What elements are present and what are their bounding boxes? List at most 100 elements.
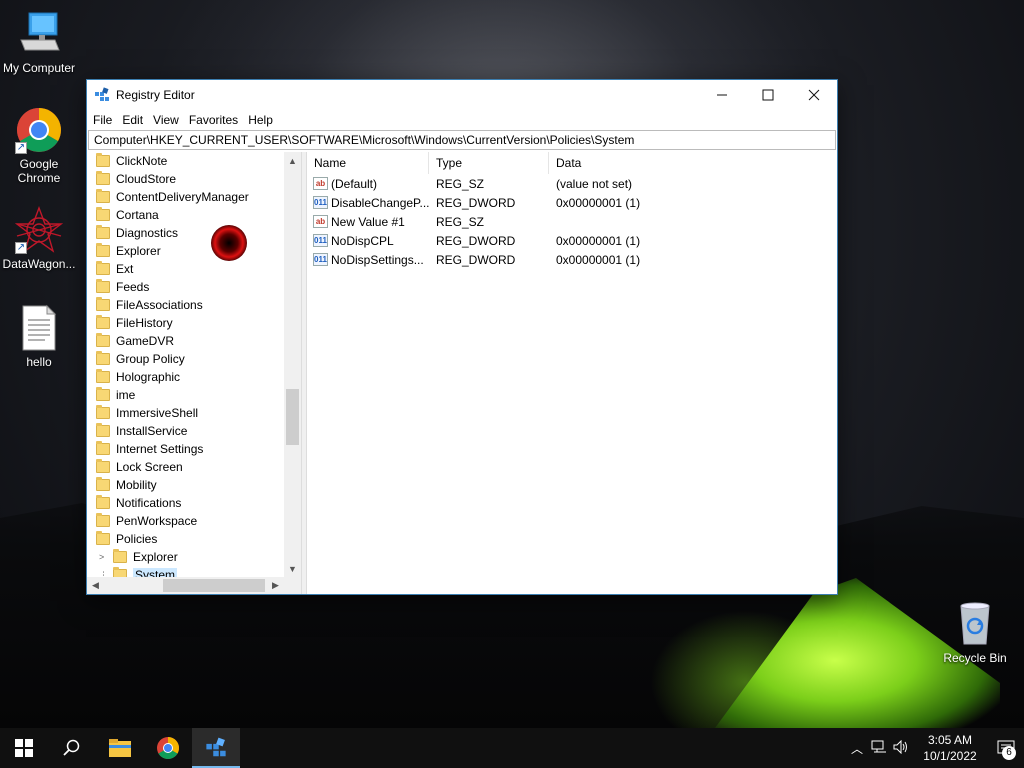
- network-icon[interactable]: [868, 740, 890, 757]
- tree-item-fileassociations[interactable]: FileAssociations: [87, 296, 284, 314]
- tree-item-notifications[interactable]: Notifications: [87, 494, 284, 512]
- taskbar: ︿ 3:05 AM 10/1/2022 6: [0, 728, 1024, 768]
- address-bar[interactable]: Computer\HKEY_CURRENT_USER\SOFTWARE\Micr…: [88, 130, 836, 150]
- desktop-icon-hello[interactable]: hello: [0, 304, 78, 369]
- tree-item-lock-screen[interactable]: Lock Screen: [87, 458, 284, 476]
- tree-item-ime[interactable]: ime: [87, 386, 284, 404]
- tree-vertical-scrollbar[interactable]: ▲ ▼: [284, 152, 301, 577]
- title-bar[interactable]: Registry Editor: [87, 80, 837, 110]
- scroll-up-icon[interactable]: ▲: [284, 152, 301, 169]
- close-button[interactable]: [791, 80, 837, 110]
- tree-item-policies[interactable]: Policies: [87, 530, 284, 548]
- tree-item-contentdeliverymanager[interactable]: ContentDeliveryManager: [87, 188, 284, 206]
- folder-icon: [96, 459, 110, 473]
- desktop-icon-recycle-bin[interactable]: Recycle Bin: [936, 600, 1014, 665]
- datawagon-icon: ↗: [14, 206, 64, 254]
- recycle-bin-icon: [951, 600, 999, 648]
- menu-favorites[interactable]: Favorites: [184, 113, 243, 127]
- scroll-thumb[interactable]: [163, 579, 265, 592]
- tree-item-policies-system[interactable]: ⋮ System: [87, 566, 284, 577]
- folder-icon: [96, 369, 110, 383]
- action-center-button[interactable]: 6: [988, 728, 1024, 768]
- value-row[interactable]: 011 NoDispCPL REG_DWORD 0x00000001 (1): [307, 231, 837, 250]
- taskbar-registry-editor[interactable]: [192, 728, 240, 768]
- dword-value-icon: 011: [313, 253, 328, 266]
- folder-icon: [96, 513, 110, 527]
- folder-icon: [96, 207, 110, 221]
- value-row[interactable]: ab (Default) REG_SZ (value not set): [307, 174, 837, 193]
- registry-editor-window[interactable]: Registry Editor File Edit View Favorites…: [86, 79, 838, 595]
- tree-item-cortana[interactable]: Cortana: [87, 206, 284, 224]
- search-button[interactable]: [48, 728, 96, 768]
- chevron-right-icon[interactable]: >: [99, 552, 109, 562]
- chevron-up-icon[interactable]: ︿: [846, 740, 868, 757]
- tree-item-mobility[interactable]: Mobility: [87, 476, 284, 494]
- folder-icon: [96, 531, 110, 545]
- tree-item-diagnostics[interactable]: Diagnostics: [87, 224, 284, 242]
- menu-file[interactable]: File: [88, 113, 117, 127]
- windows-logo-icon: [15, 739, 33, 757]
- tree-item-immersiveshell[interactable]: ImmersiveShell: [87, 404, 284, 422]
- tree-item-cloudstore[interactable]: CloudStore: [87, 170, 284, 188]
- key-tree: ClickNote CloudStore ContentDeliveryMana…: [87, 152, 284, 577]
- mouse-cursor-icon: [211, 225, 247, 261]
- column-header-data[interactable]: Data: [549, 152, 829, 174]
- tree-item-gamedvr[interactable]: GameDVR: [87, 332, 284, 350]
- tree-item-feeds[interactable]: Feeds: [87, 278, 284, 296]
- tree-item-policies-explorer[interactable]: > Explorer: [87, 548, 284, 566]
- key-tree-pane[interactable]: ClickNote CloudStore ContentDeliveryMana…: [87, 152, 302, 594]
- maximize-icon: [762, 89, 774, 101]
- tree-horizontal-scrollbar[interactable]: ◀ ▶: [87, 577, 284, 594]
- taskbar-file-explorer[interactable]: [96, 728, 144, 768]
- tree-item-filehistory[interactable]: FileHistory: [87, 314, 284, 332]
- volume-icon[interactable]: [890, 739, 912, 757]
- folder-icon: [96, 153, 110, 167]
- tree-item-installservice[interactable]: InstallService: [87, 422, 284, 440]
- folder-icon: [96, 243, 110, 257]
- value-row[interactable]: 011 DisableChangeP... REG_DWORD 0x0000000…: [307, 193, 837, 212]
- folder-icon: [113, 549, 127, 563]
- desktop-icon-google-chrome[interactable]: ↗ Google Chrome: [0, 106, 78, 185]
- registry-editor-icon: [206, 737, 226, 757]
- tree-item-group-policy[interactable]: Group Policy: [87, 350, 284, 368]
- scroll-right-icon[interactable]: ▶: [267, 580, 284, 591]
- folder-icon: [113, 567, 127, 577]
- minimize-icon: [717, 94, 727, 96]
- tree-line: ⋮: [99, 569, 108, 578]
- clock-time: 3:05 AM: [927, 733, 973, 747]
- scroll-left-icon[interactable]: ◀: [87, 580, 104, 591]
- menu-edit[interactable]: Edit: [117, 113, 148, 127]
- maximize-button[interactable]: [745, 80, 791, 110]
- scroll-thumb[interactable]: [286, 389, 299, 445]
- tree-item-holographic[interactable]: Holographic: [87, 368, 284, 386]
- desktop-icon-my-computer[interactable]: My Computer: [0, 10, 78, 75]
- folder-icon: [96, 477, 110, 491]
- minimize-button[interactable]: [699, 80, 745, 110]
- tree-item-clicknote[interactable]: ClickNote: [87, 152, 284, 170]
- desktop-icon-datawagon[interactable]: ↗ DataWagon...: [0, 206, 78, 271]
- file-explorer-icon: [109, 739, 131, 757]
- folder-icon: [96, 279, 110, 293]
- tree-item-ext[interactable]: Ext: [87, 260, 284, 278]
- value-row[interactable]: ab New Value #1 REG_SZ: [307, 212, 837, 231]
- start-button[interactable]: [0, 728, 48, 768]
- value-row[interactable]: 011 NoDispSettings... REG_DWORD 0x0000000…: [307, 250, 837, 269]
- menu-help[interactable]: Help: [243, 113, 278, 127]
- taskbar-chrome[interactable]: [144, 728, 192, 768]
- tree-item-explorer[interactable]: Explorer: [87, 242, 284, 260]
- folder-icon: [96, 261, 110, 275]
- column-header-name[interactable]: Name: [307, 152, 429, 174]
- folder-icon: [96, 405, 110, 419]
- tree-item-internet-settings[interactable]: Internet Settings: [87, 440, 284, 458]
- tree-item-penworkspace[interactable]: PenWorkspace: [87, 512, 284, 530]
- folder-icon: [96, 387, 110, 401]
- folder-icon: [96, 333, 110, 347]
- values-pane[interactable]: Name Type Data ab (Default) REG_SZ (value…: [307, 152, 837, 594]
- scroll-down-icon[interactable]: ▼: [284, 560, 301, 577]
- folder-icon: [96, 189, 110, 203]
- menu-view[interactable]: View: [148, 113, 184, 127]
- folder-icon: [96, 423, 110, 437]
- scrollbar-corner: [284, 577, 301, 594]
- clock[interactable]: 3:05 AM 10/1/2022: [912, 732, 988, 764]
- column-header-type[interactable]: Type: [429, 152, 549, 174]
